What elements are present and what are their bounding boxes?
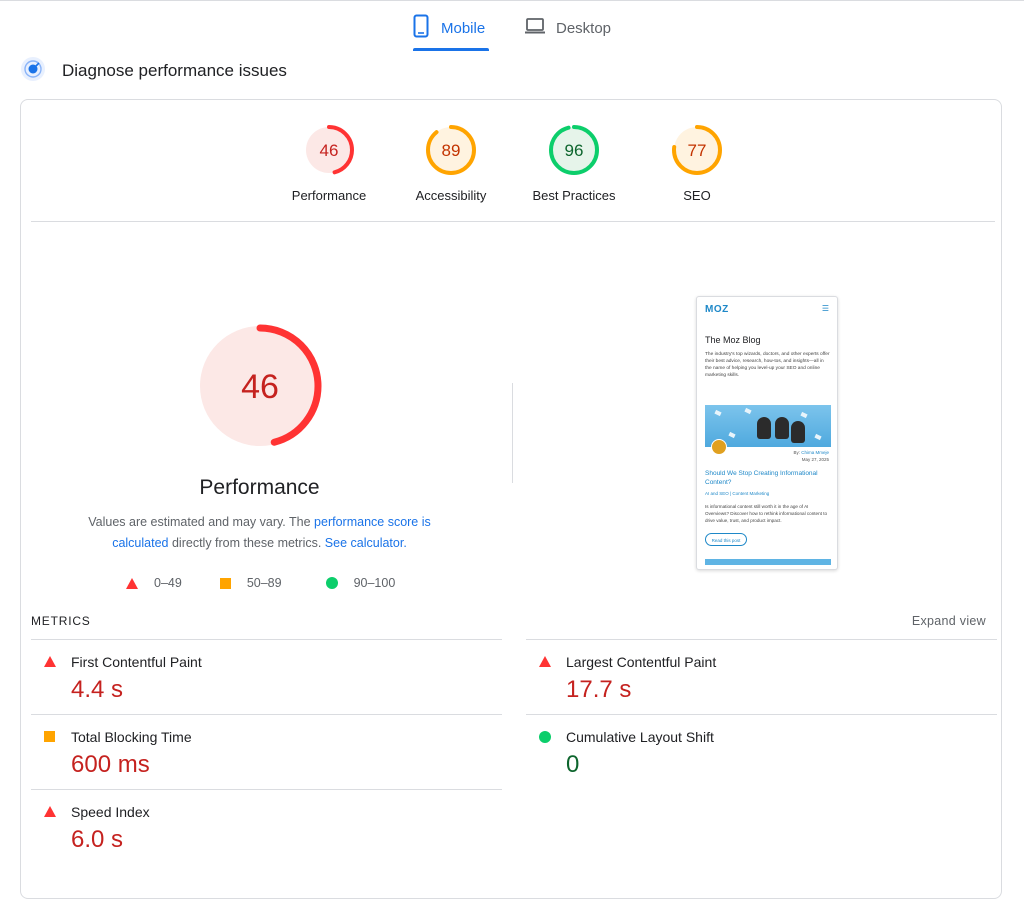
legend-average: 50–89 (219, 576, 282, 590)
post-date: May 27, 2025 (801, 456, 829, 462)
smartphone-icon (413, 14, 429, 43)
gauge-accessibility-label: Accessibility (415, 188, 487, 203)
metric-name: Total Blocking Time (71, 729, 192, 745)
average-square-icon (219, 577, 231, 589)
gauge-best-practices-label: Best Practices (532, 188, 616, 203)
active-tab-indicator (413, 48, 489, 51)
estimate-note: Values are estimated and may vary. The p… (66, 512, 453, 554)
fail-triangle-icon (126, 577, 138, 589)
metric-name: Cumulative Layout Shift (566, 729, 714, 745)
metric-value: 17.7 s (566, 676, 632, 703)
see-calculator-link[interactable]: See calculator. (325, 536, 407, 550)
pass-circle-icon (539, 731, 551, 743)
note-text-2: directly from these metrics. (168, 536, 325, 550)
gauge-accessibility[interactable]: 89 Accessibility (391, 124, 511, 203)
metric-first-contentful-paint: First Contentful Paint 4.4 s (31, 639, 502, 714)
gauges-divider (31, 221, 995, 222)
gauge-performance-label: Performance (291, 188, 367, 203)
device-tabs: Mobile Desktop (0, 0, 1024, 52)
legend-pass-range: 90–100 (353, 576, 396, 590)
preview-categories: AI and SEO | Content Marketing (705, 491, 770, 496)
preview-post-title: Should We Stop Creating Informational Co… (705, 470, 818, 486)
diagnose-icon (20, 56, 46, 87)
performance-gauge-ring: 46 (198, 324, 322, 448)
performance-score-value: 46 (241, 368, 279, 406)
gauge-best-practices-ring: 96 (549, 125, 599, 175)
moz-logo: MOZ (705, 304, 729, 315)
gauge-performance-value: 46 (320, 141, 339, 160)
metrics-title: METRICS (31, 614, 91, 628)
metric-name: First Contentful Paint (71, 654, 202, 670)
tab-mobile-label: Mobile (441, 19, 486, 37)
gauge-accessibility-value: 89 (442, 141, 461, 160)
legend-fail: 0–49 (126, 576, 182, 590)
fail-triangle-icon (44, 806, 56, 817)
preview-read-button: Read this post (705, 533, 747, 546)
metric-value: 4.4 s (71, 676, 124, 703)
author-name: Chima Mmeje (801, 450, 829, 455)
metric-name: Largest Contentful Paint (566, 654, 717, 670)
laptop-icon (524, 17, 546, 40)
preview-excerpt: Is informational content still worth it … (705, 504, 828, 523)
metric-cumulative-layout-shift: Cumulative Layout Shift 0 (526, 714, 997, 789)
metric-total-blocking-time: Total Blocking Time 600 ms (31, 714, 502, 789)
metric-value: 6.0 s (71, 826, 124, 853)
gauge-performance[interactable]: 46 Performance (269, 124, 389, 203)
note-text-1: Values are estimated and may vary. The (88, 515, 315, 529)
legend-average-range: 50–89 (246, 576, 282, 590)
legend-fail-range: 0–49 (154, 576, 182, 590)
preview-bottom-image (705, 559, 831, 565)
author-avatar (711, 439, 727, 455)
fail-triangle-icon (44, 656, 56, 667)
tab-desktop[interactable]: Desktop (524, 6, 624, 50)
metric-value: 600 ms (71, 751, 150, 778)
legend-pass: 90–100 (325, 576, 396, 590)
preview-blog-title: The Moz Blog (705, 335, 761, 345)
metric-value: 0 (566, 751, 580, 778)
gauge-seo[interactable]: 77 SEO (637, 124, 757, 203)
score-legend: 0–49 50–89 90–100 (126, 574, 433, 592)
page-screenshot-preview: MOZ ☰ The Moz Blog The industry's top wi… (696, 296, 838, 570)
hamburger-menu-icon: ☰ (821, 304, 829, 313)
gauge-best-practices-value: 96 (565, 141, 584, 160)
gauge-best-practices[interactable]: 96 Best Practices (514, 124, 634, 203)
expand-view-toggle[interactable]: Expand view (912, 614, 986, 628)
score-gauges: 46 Performance 89 Accessibility 96 Best … (21, 124, 1001, 214)
tab-desktop-label: Desktop (556, 19, 612, 37)
report-card: 46 Performance 89 Accessibility 96 Best … (20, 99, 1002, 899)
metric-largest-contentful-paint: Largest Contentful Paint 17.7 s (526, 639, 997, 714)
fail-triangle-icon (539, 656, 551, 667)
gauge-performance-ring: 46 (304, 125, 354, 175)
pass-circle-icon (325, 577, 338, 589)
gauge-seo-label: SEO (683, 188, 711, 203)
tab-mobile[interactable]: Mobile (413, 6, 489, 51)
diagnose-header: Diagnose performance issues (20, 56, 287, 87)
gauge-seo-ring: 77 (672, 125, 722, 175)
metric-name: Speed Index (71, 804, 150, 820)
performance-title: Performance (199, 476, 320, 499)
metric-speed-index: Speed Index 6.0 s (31, 789, 502, 864)
diagnose-title: Diagnose performance issues (62, 61, 287, 80)
average-square-icon (44, 731, 55, 742)
preview-separator (512, 383, 513, 483)
gauge-accessibility-ring: 89 (426, 125, 476, 175)
preview-byline: By: Chima Mmeje May 27, 2025 (793, 450, 829, 463)
gauge-seo-value: 77 (688, 141, 707, 160)
performance-gauge-large: 46 (196, 322, 324, 455)
preview-blog-description: The industry's top wizards, doctors, and… (705, 352, 830, 378)
